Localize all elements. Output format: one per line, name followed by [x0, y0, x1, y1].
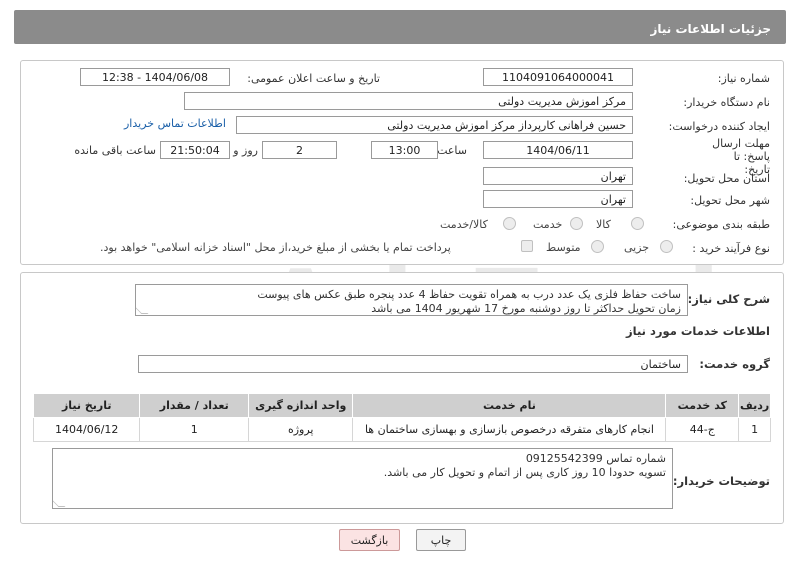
description-textarea[interactable]: ساخت حفاظ فلزی یک عدد درب به همراه تقویت… [135, 284, 688, 316]
province-field: تهران [483, 167, 633, 185]
cell-row-number: 1 [738, 417, 771, 442]
province-label: استان محل تحویل: [683, 172, 770, 185]
category-option-goods: کالا [596, 218, 611, 231]
city-label: شهر محل تحویل: [690, 194, 770, 207]
category-radio-goods-service[interactable] [503, 217, 516, 230]
service-group-field: ساختمان [138, 355, 688, 373]
table-header-row: ردیف کد خدمت نام خدمت واحد اندازه گیری ت… [32, 393, 771, 418]
process-option-minor: جزیی [624, 241, 650, 254]
need-number-field: 1104091064000041 [483, 68, 633, 86]
process-option-medium: متوسط [546, 241, 581, 254]
days-label: روز و [233, 144, 258, 157]
col-row-number: ردیف [738, 393, 771, 418]
resize-grip-icon[interactable] [53, 500, 66, 507]
buyer-contact-link[interactable]: اطلاعات تماس خریدار [124, 117, 226, 130]
creator-label: ایجاد کننده درخواست: [668, 120, 770, 133]
col-need-date: تاریخ نیاز [32, 393, 141, 418]
deadline-date-field: 1404/06/11 [483, 141, 633, 159]
deadline-label: مهلت ارسال پاسخ: تا تاریخ: [712, 137, 770, 176]
description-line-1: ساخت حفاظ فلزی یک عدد درب به همراه تقویت… [257, 288, 681, 301]
city-field: تهران [483, 190, 633, 208]
treasury-payment-checkbox[interactable] [521, 240, 533, 252]
process-radio-minor[interactable] [660, 240, 673, 253]
services-section-title: اطلاعات خدمات مورد نیاز [626, 324, 770, 338]
process-radio-medium[interactable] [591, 240, 604, 253]
need-info-panel [20, 60, 784, 265]
category-option-service: خدمت [533, 218, 563, 231]
page-header: جزئیات اطلاعات نیاز [14, 10, 786, 44]
remaining-time-field: 21:50:04 [160, 141, 230, 159]
remaining-time-label: ساعت باقی مانده [74, 144, 156, 157]
announce-datetime-label: تاریخ و ساعت اعلان عمومی: [247, 72, 380, 85]
cell-need-date: 1404/06/12 [32, 417, 141, 442]
buyer-org-label: نام دستگاه خریدار: [683, 96, 770, 109]
category-radio-service[interactable] [570, 217, 583, 230]
cell-unit: پروژه [248, 417, 354, 442]
col-service-name: نام خدمت [352, 393, 667, 418]
buyer-notes-textarea[interactable]: شماره تماس 09125542399 تسویه حدودا 10 رو… [52, 448, 673, 509]
need-number-label: شماره نیاز: [717, 72, 770, 85]
table-row: 1 ج-44 انجام کارهای متفرقه درخصوص بازساز… [32, 417, 771, 442]
col-unit: واحد اندازه گیری [248, 393, 354, 418]
deadline-time-field: 13:00 [371, 141, 438, 159]
category-radio-goods[interactable] [631, 217, 644, 230]
page-title: جزئیات اطلاعات نیاز [650, 22, 771, 36]
description-line-2: زمان تحویل حداکثر تا روز دوشنبه مورخ 17 … [371, 302, 681, 315]
description-label: شرح کلی نیاز: [687, 292, 770, 306]
buyer-notes-line-1: شماره تماس 09125542399 [525, 452, 666, 465]
print-button[interactable]: چاپ [416, 529, 466, 551]
category-label: طبقه بندی موضوعی: [672, 218, 770, 231]
creator-field: حسین فراهانی کارپرداز مرکز اموزش مدیریت … [236, 116, 633, 134]
deadline-time-label: ساعت [437, 144, 467, 157]
cell-service-name: انجام کارهای متفرقه درخصوص بازسازی و بهس… [352, 417, 667, 442]
treasury-payment-note: پرداخت تمام یا بخشی از مبلغ خرید،از محل … [100, 241, 451, 254]
services-table: ردیف کد خدمت نام خدمت واحد اندازه گیری ت… [32, 393, 771, 442]
service-group-label: گروه خدمت: [699, 357, 770, 371]
col-service-code: کد خدمت [665, 393, 740, 418]
buyer-org-field: مرکز اموزش مدیریت دولتی [184, 92, 633, 110]
col-quantity: تعداد / مقدار [139, 393, 250, 418]
buyer-notes-line-2: تسویه حدودا 10 روز کاری پس از اتمام و تح… [383, 466, 666, 479]
announce-datetime-field: 1404/06/08 - 12:38 [80, 68, 230, 86]
buyer-notes-label: توضیحات خریدار: [672, 474, 770, 488]
process-type-label: نوع فرآیند خرید : [692, 242, 770, 255]
cell-quantity: 1 [139, 417, 250, 442]
cell-service-code: ج-44 [665, 417, 740, 442]
remaining-days-field: 2 [262, 141, 337, 159]
category-option-goods-service: کالا/خدمت [440, 218, 488, 231]
back-button[interactable]: بازگشت [339, 529, 400, 551]
